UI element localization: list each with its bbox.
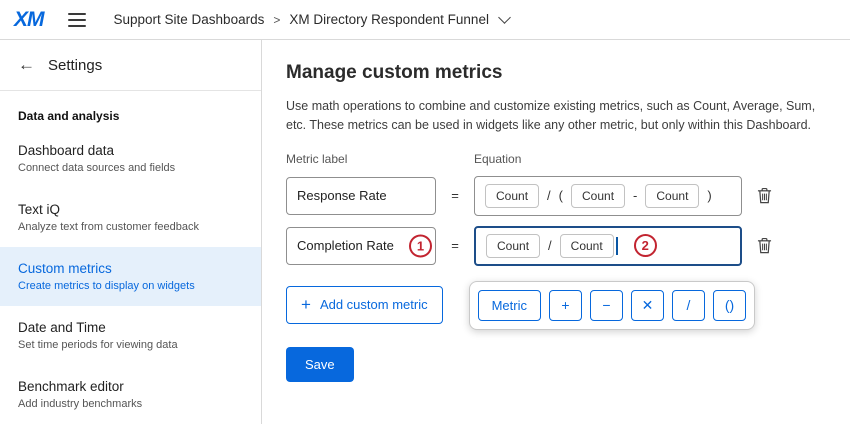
sidebar-header: ← Settings <box>0 40 261 91</box>
save-button[interactable]: Save <box>286 347 354 382</box>
sidebar-item-label: Date and Time <box>18 320 243 335</box>
settings-sidebar: ← Settings Data and analysis Dashboard d… <box>0 40 262 424</box>
equation-box-completion-rate-focused[interactable]: Count / Count 2 <box>474 226 742 266</box>
page-title: Manage custom metrics <box>286 62 836 84</box>
add-custom-metric-button[interactable]: + Add custom metric <box>286 286 443 324</box>
equals-sign: = <box>436 188 474 203</box>
breadcrumb-current-dashboard[interactable]: XM Directory Respondent Funnel <box>289 12 489 27</box>
breadcrumb-separator: > <box>273 13 280 27</box>
sidebar-item-label: Benchmark editor <box>18 379 243 394</box>
plus-icon: + <box>301 295 311 315</box>
hamburger-menu-icon[interactable] <box>68 13 86 27</box>
sidebar-item-label: Dashboard data <box>18 143 243 158</box>
main-content: Manage custom metrics Use math operation… <box>262 40 850 424</box>
back-arrow-icon[interactable]: ← <box>18 55 35 75</box>
toolbar-multiply-button[interactable]: ✕ <box>631 290 664 321</box>
breadcrumb: Support Site Dashboards > XM Directory R… <box>114 12 509 27</box>
equation-toolbar-popup: Metric + − ✕ / () <box>469 281 755 330</box>
toolbar-plus-button[interactable]: + <box>549 290 582 321</box>
metric-chip[interactable]: Count <box>485 184 539 208</box>
breadcrumb-dashboards[interactable]: Support Site Dashboards <box>114 12 265 27</box>
equation-box-response-rate[interactable]: Count / ( Count - Count ) <box>474 176 742 216</box>
chevron-down-icon[interactable] <box>498 11 511 24</box>
top-bar: XM Support Site Dashboards > XM Director… <box>0 0 850 40</box>
sidebar-item-sublabel: Connect data sources and fields <box>18 162 243 174</box>
trash-icon <box>757 187 772 204</box>
sidebar-item-date-and-time[interactable]: Date and Time Set time periods for viewi… <box>0 306 261 365</box>
metric-chip[interactable]: Count <box>571 184 625 208</box>
sidebar-item-text-iq[interactable]: Text iQ Analyze text from customer feedb… <box>0 188 261 247</box>
metric-chip[interactable]: Count <box>560 234 614 258</box>
sidebar-section-data-and-analysis: Data and analysis <box>0 91 261 129</box>
sidebar-item-custom-metrics[interactable]: Custom metrics Create metrics to display… <box>0 247 261 306</box>
metric-row: 1 = Count / Count 2 <box>286 226 836 266</box>
metric-chip[interactable]: Count <box>645 184 699 208</box>
metric-chip[interactable]: Count <box>486 234 540 258</box>
equals-sign: = <box>436 238 474 253</box>
delete-metric-button[interactable] <box>757 187 772 204</box>
sidebar-item-sublabel: Set time periods for viewing data <box>18 339 243 351</box>
text-cursor <box>616 237 618 255</box>
app-window: XM Support Site Dashboards > XM Director… <box>0 0 850 425</box>
sidebar-item-sublabel: Analyze text from customer feedback <box>18 221 243 233</box>
annotation-badge-2: 2 <box>634 234 657 257</box>
column-header-equation: Equation <box>474 152 521 166</box>
metric-row: = Count / ( Count - Count ) <box>286 176 836 216</box>
xm-logo: XM <box>14 8 44 32</box>
toolbar-divide-button[interactable]: / <box>672 290 705 321</box>
column-headers: Metric label Equation <box>286 152 836 166</box>
toolbar-parentheses-button[interactable]: () <box>713 290 746 321</box>
sidebar-item-sublabel: Add industry benchmarks <box>18 398 243 410</box>
page-description: Use math operations to combine and custo… <box>286 97 834 135</box>
sidebar-item-dashboard-data[interactable]: Dashboard data Connect data sources and … <box>0 129 261 188</box>
sidebar-title: Settings <box>48 57 102 74</box>
actions-row: + Add custom metric Metric + − ✕ / () <box>286 281 836 330</box>
column-header-metric-label: Metric label <box>286 152 474 166</box>
operator-divide: / <box>547 188 551 203</box>
sidebar-item-benchmark-editor[interactable]: Benchmark editor Add industry benchmarks <box>0 365 261 424</box>
operator-divide: / <box>548 238 552 253</box>
operator-minus: - <box>633 188 637 203</box>
trash-icon <box>757 237 772 254</box>
add-custom-metric-label: Add custom metric <box>320 297 428 312</box>
delete-metric-button[interactable] <box>757 237 772 254</box>
sidebar-item-label: Text iQ <box>18 202 243 217</box>
sidebar-item-label: Custom metrics <box>18 261 243 276</box>
metric-label-input-response-rate[interactable] <box>286 177 436 215</box>
operator-open-paren: ( <box>559 188 563 203</box>
toolbar-minus-button[interactable]: − <box>590 290 623 321</box>
toolbar-metric-button[interactable]: Metric <box>478 290 541 321</box>
operator-close-paren: ) <box>707 188 711 203</box>
sidebar-item-sublabel: Create metrics to display on widgets <box>18 280 243 292</box>
annotation-badge-1: 1 <box>409 234 432 257</box>
